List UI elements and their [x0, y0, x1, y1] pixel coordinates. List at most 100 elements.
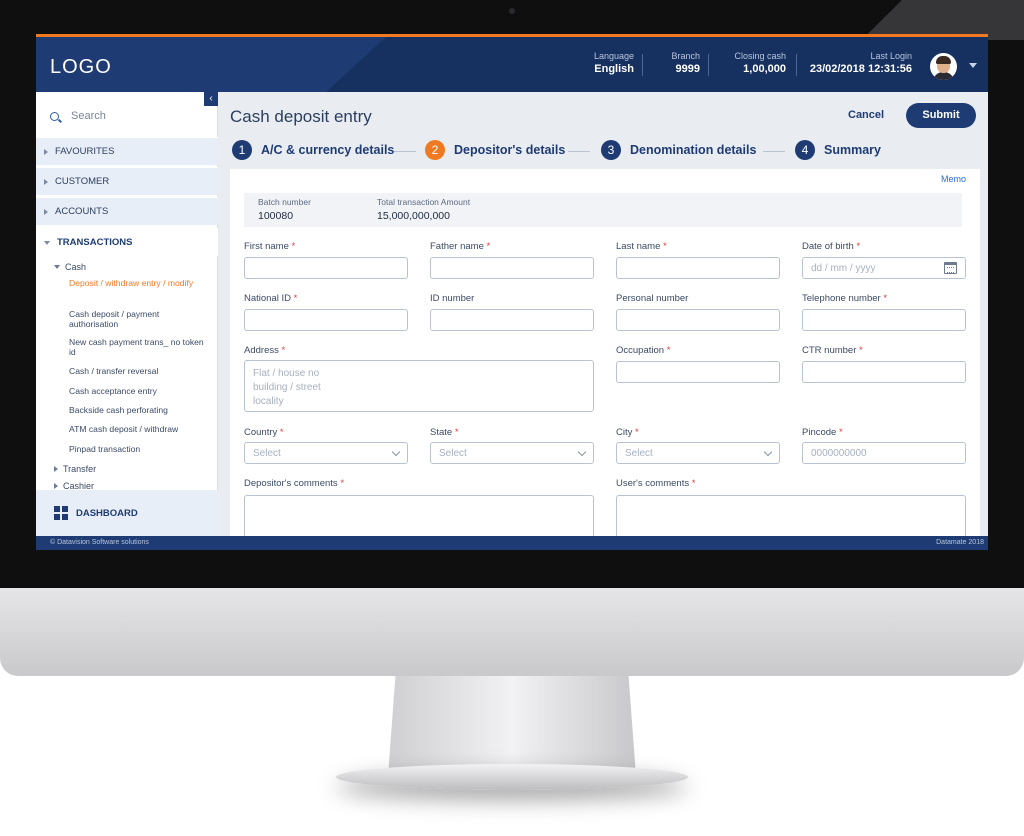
search-placeholder: Search [71, 110, 106, 122]
personal-number-label: Personal number [616, 293, 689, 304]
chevron-right-icon [44, 148, 48, 155]
sidebar-item-accounts[interactable]: ACCOUNTS [36, 197, 218, 225]
select-placeholder: Select [625, 447, 653, 459]
sidebar-item-transactions[interactable]: TRANSACTIONS [36, 228, 218, 256]
address-field[interactable]: Flat / house no building / street locali… [244, 360, 594, 412]
father-name-label: Father name * [430, 241, 491, 252]
logo[interactable]: LOGO [50, 56, 112, 79]
father-name-field[interactable] [430, 257, 594, 279]
sidebar-item-customer[interactable]: CUSTOMER [36, 167, 218, 195]
submit-button[interactable]: Submit [906, 103, 976, 128]
nav-cash-transfer-reversal[interactable]: Cash / transfer reversal [69, 366, 209, 377]
step-depositor[interactable]: 2 Depositor's details [425, 140, 565, 160]
pincode-field[interactable]: 0000000000 [802, 442, 966, 464]
occupation-label: Occupation * [616, 345, 671, 356]
city-label: City * [616, 427, 639, 438]
sidebar-group-transfer[interactable]: Transfer [54, 464, 96, 474]
step-label: Summary [824, 143, 881, 157]
closing-cash-status: Closing cash 1,00,000 [712, 51, 786, 75]
step-label: Denomination details [630, 143, 757, 157]
cancel-button[interactable]: Cancel [848, 109, 884, 121]
chevron-right-icon [44, 208, 48, 215]
app-screen: LOGO Language English Branch 9999 Closin… [36, 34, 988, 550]
dob-field[interactable]: dd / mm / yyyy [802, 257, 966, 279]
total-amount-label: Total transaction Amount [377, 197, 471, 207]
first-name-field[interactable] [244, 257, 408, 279]
step-connector [394, 151, 416, 152]
step-label: Depositor's details [454, 143, 566, 157]
camera-icon [509, 8, 515, 14]
personal-number-field[interactable] [616, 309, 780, 331]
nav-pinpad[interactable]: Pinpad transaction [69, 444, 209, 455]
id-number-field[interactable] [430, 309, 594, 331]
branch-label: Branch [671, 51, 700, 61]
depositor-form-card: Memo Batch number 100080 Total transacti… [230, 169, 980, 550]
address-placeholder-line: building / street [253, 382, 321, 393]
sidebar-group-label: Transfer [63, 464, 97, 474]
memo-link[interactable]: Memo [941, 174, 966, 184]
dashboard-label: DASHBOARD [76, 507, 138, 519]
nav-cash-deposit-authorisation[interactable]: Cash deposit / payment authorisation [69, 309, 209, 329]
city-select[interactable]: Select [616, 442, 780, 464]
closing-cash-value: 1,00,000 [743, 63, 786, 75]
step-denomination[interactable]: 3 Denomination details [601, 140, 756, 160]
last-login-label: Last Login [870, 51, 912, 61]
ctr-field[interactable] [802, 361, 966, 383]
step-summary[interactable]: 4 Summary [795, 140, 881, 160]
user-comments-label: User's comments * [616, 478, 696, 489]
divider [642, 54, 643, 76]
sidebar-group-label: Cash [65, 262, 87, 272]
nav-new-cash-payment[interactable]: New cash payment trans_ no token id [69, 337, 209, 357]
language-value: English [594, 63, 634, 75]
chevron-right-icon [44, 178, 48, 185]
footer: © Datavision Software solutions Datamate… [36, 536, 988, 550]
sidebar-item-favourites[interactable]: FAVOURITES [36, 137, 218, 165]
divider [708, 54, 709, 76]
language-status[interactable]: Language English [576, 51, 634, 75]
chevron-down-icon [577, 447, 587, 456]
total-amount-value: 15,000,000,000 [377, 210, 450, 222]
state-select[interactable]: Select [430, 442, 594, 464]
nav-deposit-withdraw[interactable]: Deposit / withdraw entry / modify [69, 278, 209, 289]
id-number-label: ID number [430, 293, 475, 304]
address-placeholder-line: Flat / house no [253, 368, 320, 379]
avatar[interactable] [930, 53, 957, 80]
address-label: Address * [244, 345, 286, 356]
step-number: 4 [795, 140, 815, 160]
last-name-label: Last name * [616, 241, 667, 252]
national-id-field[interactable] [244, 309, 408, 331]
sidebar-item-label: ACCOUNTS [55, 206, 109, 217]
dashboard-button[interactable]: DASHBOARD [36, 490, 218, 536]
search-input[interactable]: Search [36, 100, 218, 132]
branch-status: Branch 9999 [648, 51, 700, 75]
chevron-right-icon [54, 466, 58, 472]
sidebar-group-cash[interactable]: Cash [54, 262, 86, 272]
step-number: 3 [601, 140, 621, 160]
nav-atm-cash[interactable]: ATM cash deposit / withdraw [69, 424, 209, 435]
search-icon [50, 111, 59, 121]
step-number: 1 [232, 140, 252, 160]
calendar-icon[interactable] [944, 262, 957, 274]
monitor-chin [0, 588, 1024, 676]
footer-copyright: © Datavision Software solutions [50, 539, 149, 546]
nav-backside-perforating[interactable]: Backside cash perforating [69, 405, 209, 416]
country-select[interactable]: Select [244, 442, 408, 464]
last-login-status: Last Login 23/02/2018 12:31:56 [802, 51, 912, 75]
sidebar-item-label: CUSTOMER [55, 176, 110, 187]
sidebar: ‹ Search FAVOURITES CUSTOMER ACCOUNTS TR… [36, 92, 218, 536]
last-name-field[interactable] [616, 257, 780, 279]
telephone-field[interactable] [802, 309, 966, 331]
pincode-placeholder: 0000000000 [811, 447, 867, 459]
nav-cash-acceptance[interactable]: Cash acceptance entry [69, 386, 209, 397]
closing-cash-label: Closing cash [734, 51, 786, 61]
dob-label: Date of birth * [802, 241, 861, 252]
step-number: 2 [425, 140, 445, 160]
occupation-field[interactable] [616, 361, 780, 383]
step-ac-currency[interactable]: 1 A/C & currency details [232, 140, 394, 160]
chevron-down-icon [54, 265, 60, 269]
chevron-down-icon [763, 447, 773, 456]
chevron-right-icon [54, 483, 58, 489]
telephone-label: Telephone number * [802, 293, 888, 304]
chevron-down-icon[interactable] [969, 63, 977, 68]
address-placeholder-line: locality [253, 396, 284, 407]
